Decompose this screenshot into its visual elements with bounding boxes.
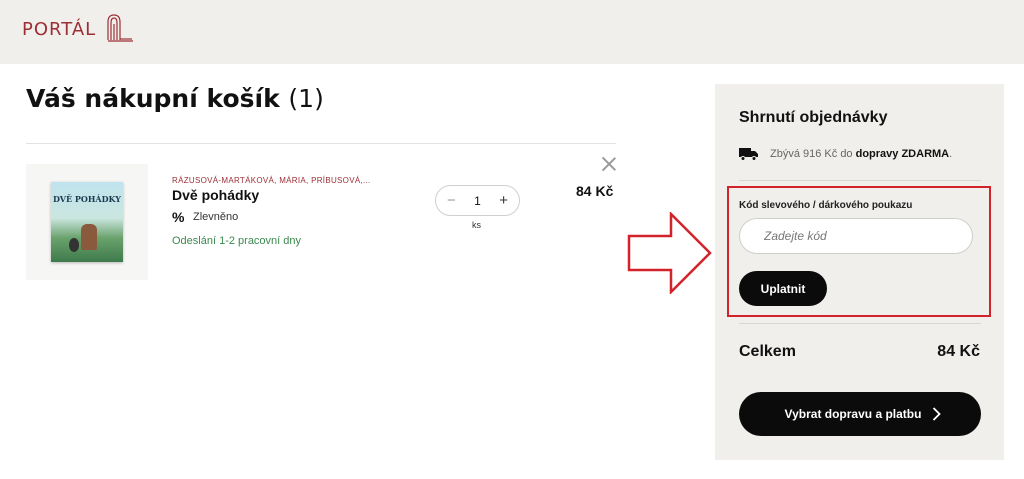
free-shipping-note: Zbývá 916 Kč do dopravy ZDARMA. <box>770 148 952 160</box>
divider <box>739 323 981 324</box>
close-icon[interactable] <box>601 156 617 172</box>
product-image[interactable]: DVĚ POHÁDKY <box>26 164 148 280</box>
free-shipping-suffix: . <box>949 148 953 160</box>
truck-icon <box>739 148 758 161</box>
portal-logo-icon <box>107 14 134 42</box>
cart-title-text: Váš nákupní košík <box>26 84 280 113</box>
book-cover-figure <box>81 224 97 250</box>
cart-item-count: (1) <box>288 84 324 113</box>
free-shipping-highlight: dopravy ZDARMA <box>855 148 950 160</box>
minus-icon[interactable]: − <box>447 193 456 208</box>
book-cover-title: DVĚ POHÁDKY <box>52 194 122 204</box>
quantity-stepper: − 1 + <box>435 185 520 216</box>
divider <box>26 143 616 144</box>
discount-label: Zlevněno <box>193 211 239 223</box>
product-name[interactable]: Dvě pohádky <box>172 187 259 203</box>
top-bar: PORTÁL <box>0 0 1024 64</box>
quantity-unit: ks <box>472 220 481 230</box>
logo-text: PORTÁL <box>22 18 97 40</box>
quantity-value[interactable]: 1 <box>474 194 481 208</box>
voucher-label: Kód slevového / dárkového poukazu <box>739 200 913 211</box>
logo[interactable]: PORTÁL <box>22 14 134 44</box>
chevron-right-icon <box>932 407 941 421</box>
total-label: Celkem <box>739 343 796 360</box>
book-cover: DVĚ POHÁDKY <box>51 182 123 262</box>
free-shipping-prefix: Zbývá 916 Kč do <box>770 148 856 160</box>
discount-percent-icon: % <box>172 209 185 225</box>
arrow-right-icon <box>627 212 712 294</box>
order-summary: Shrnutí objednávky Zbývá 916 Kč do dopra… <box>715 84 1004 460</box>
page-title: Váš nákupní košík (1) <box>26 84 324 113</box>
checkout-button-label: Vybrat dopravu a platbu <box>784 407 922 421</box>
voucher-code-input[interactable] <box>739 218 973 254</box>
total-value: 84 Kč <box>937 343 980 360</box>
summary-title: Shrnutí objednávky <box>739 109 888 126</box>
item-price: 84 Kč <box>576 183 614 199</box>
discount-badge: % Zlevněno <box>172 210 238 224</box>
divider <box>739 180 981 181</box>
book-cover-illustration <box>69 238 79 252</box>
shipping-note: Odeslání 1-2 pracovní dny <box>172 235 302 247</box>
plus-icon[interactable]: + <box>499 193 508 208</box>
product-author[interactable]: RÁZUSOVÁ-MARTÁKOVÁ, MÁRIA, PRÍBUSOVÁ,... <box>172 176 371 185</box>
checkout-button[interactable]: Vybrat dopravu a platbu <box>739 392 981 436</box>
apply-voucher-button[interactable]: Uplatnit <box>739 271 827 306</box>
